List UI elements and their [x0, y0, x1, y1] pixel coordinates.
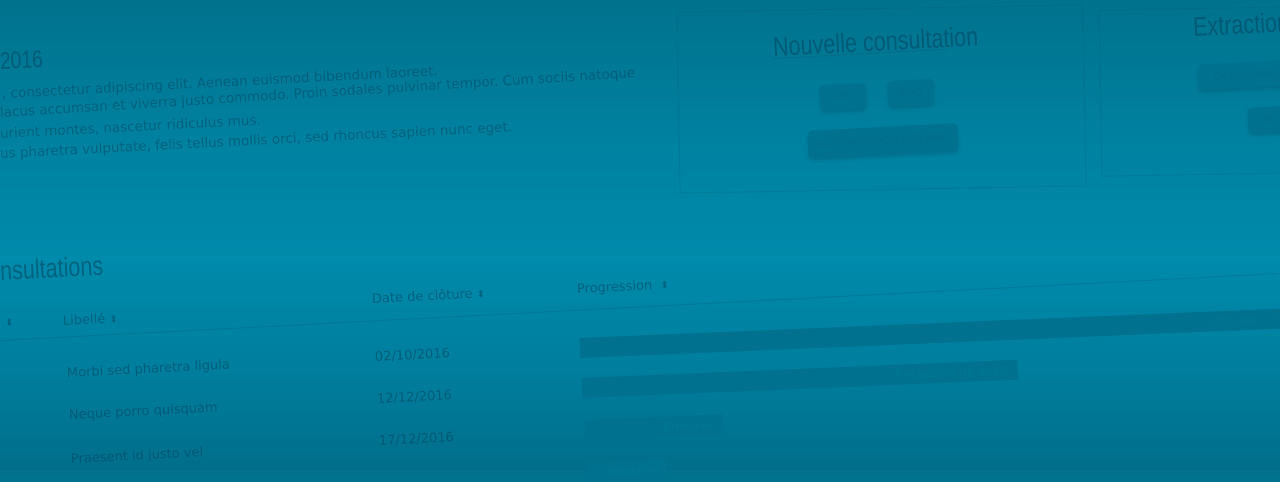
column-header-libelle[interactable]: Libellé ⬍ [63, 311, 119, 329]
year-heading: 2016 [0, 45, 44, 75]
sort-icon: ⬍ [476, 289, 486, 301]
sort-icon: ⬍ [109, 314, 119, 326]
sort-icon: ⬍ [660, 280, 670, 292]
row-label[interactable]: Praesent id justo vel [71, 445, 204, 467]
progress-status: Réception de devis [895, 363, 1010, 382]
progress-bar: Envoyée [584, 414, 724, 440]
column-label: Progression [576, 278, 653, 297]
progress-bar: Réception de devis [581, 359, 1019, 398]
row-label[interactable]: Neque porro quisquam [69, 400, 218, 423]
sort-icon[interactable]: ⬍ [5, 318, 14, 329]
categories-button[interactable]: CATEGORIES [1197, 59, 1280, 91]
progress-status: Clôturée : cho [1207, 311, 1280, 329]
extraction-title: Extraction [1192, 6, 1280, 42]
column-header-progression[interactable]: Progression ⬍ [577, 277, 670, 297]
consultations-title: nsultations [0, 250, 104, 286]
column-label: Libellé [62, 311, 106, 329]
progress-bar: Brouillon [586, 458, 668, 482]
progress-status: Envoyée [663, 417, 716, 434]
row-label[interactable]: Morbi sed pharetra ligula [67, 357, 231, 381]
rfq-button[interactable]: RFQ [887, 78, 935, 108]
row-date: 12/12/2016 [376, 388, 453, 407]
row-date: 02/10/2016 [374, 346, 451, 365]
column-header-date[interactable]: Date de clôture ⬍ [372, 286, 486, 307]
rfi-button[interactable]: RFI [819, 82, 867, 112]
progress-status: Brouillon [605, 461, 660, 479]
row-date: 17/12/2016 [378, 430, 455, 449]
column-label: Date de clôture [371, 286, 473, 307]
progress-bar: Clôturée : cho [579, 307, 1280, 358]
extraction-button-2[interactable]: NO [1247, 104, 1280, 134]
